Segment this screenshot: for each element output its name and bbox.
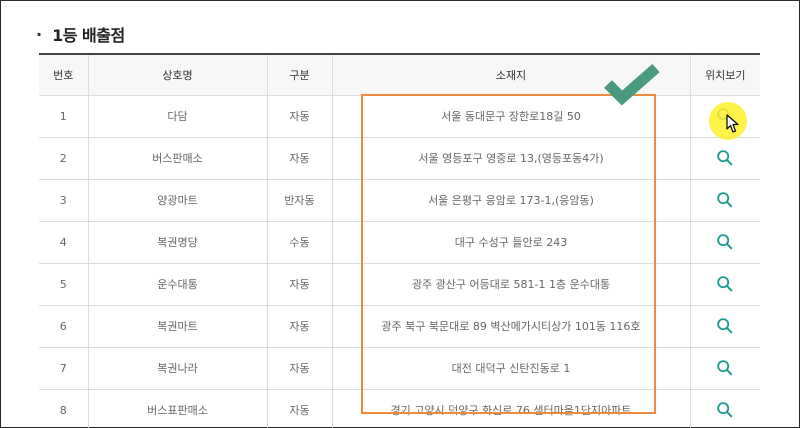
heading-bullet: ·	[36, 24, 43, 44]
cell-view-location	[689, 136, 760, 180]
table-row: 4 복권명당 수동 대구 수성구 들안로 243	[39, 220, 760, 264]
view-location-button[interactable]	[716, 360, 734, 376]
cell-store-name: 운수대통	[87, 262, 268, 306]
cell-view-location	[689, 178, 760, 222]
cell-number: 3	[39, 178, 89, 222]
cell-address: 광주 북구 북문대로 89 벽산메가시티상가 101동 116호	[331, 304, 691, 348]
search-icon	[717, 318, 733, 334]
table-row: 6 복권마트 자동 광주 북구 북문대로 89 벽산메가시티상가 101동 116호	[39, 304, 760, 348]
cell-store-name: 버스표판매소	[87, 388, 268, 428]
cell-view-location	[689, 304, 760, 348]
view-location-button[interactable]	[716, 192, 734, 208]
search-icon	[717, 402, 733, 418]
section-heading: · 1등 배출점	[36, 22, 125, 46]
cell-number: 4	[39, 220, 89, 264]
table-header-row: 번호 상호명 구분 소재지 위치보기	[39, 53, 760, 96]
view-location-button[interactable]	[716, 318, 734, 334]
cell-type: 자동	[266, 262, 333, 306]
cell-number: 6	[39, 304, 89, 348]
cell-view-location	[689, 220, 760, 264]
table-row: 8 버스표판매소 자동 경기 고양시 덕양구 화신로 76 샘터마을1단지아파트	[39, 388, 760, 428]
cell-address: 서울 동대문구 장한로18길 50	[331, 94, 691, 138]
cell-number: 1	[39, 94, 89, 138]
cell-type: 수동	[266, 220, 333, 264]
cell-type: 자동	[266, 94, 333, 138]
search-icon	[717, 234, 733, 250]
cell-address: 서울 은평구 응암로 173-1,(응암동)	[331, 178, 691, 222]
cell-store-name: 복권명당	[87, 220, 268, 264]
cell-number: 2	[39, 136, 89, 180]
cell-address: 대구 수성구 들안로 243	[331, 220, 691, 264]
search-icon	[717, 360, 733, 376]
cell-store-name: 버스판매소	[87, 136, 268, 180]
view-location-button[interactable]	[716, 150, 734, 166]
section-title: 1등 배출점	[52, 26, 125, 45]
view-location-button[interactable]	[716, 234, 734, 250]
search-icon	[717, 192, 733, 208]
column-header-number: 번호	[39, 53, 89, 96]
search-icon	[717, 150, 733, 166]
column-header-store-name: 상호명	[87, 53, 268, 96]
cell-number: 5	[39, 262, 89, 306]
table-row: 5 운수대통 자동 광주 광산구 어등대로 581-1 1층 운수대통	[39, 262, 760, 306]
view-location-button[interactable]	[716, 402, 734, 418]
cell-store-name: 다담	[87, 94, 268, 138]
cell-view-location	[689, 346, 760, 390]
cell-number: 8	[39, 388, 89, 428]
cell-number: 7	[39, 346, 89, 390]
column-header-address: 소재지	[331, 53, 691, 96]
table-row: 7 복권나라 자동 대전 대덕구 신탄진동로 1	[39, 346, 760, 390]
cell-store-name: 복권나라	[87, 346, 268, 390]
cell-type: 자동	[266, 136, 333, 180]
column-header-view-location: 위치보기	[689, 53, 760, 96]
cell-view-location	[689, 94, 760, 138]
table-row: 1 다담 자동 서울 동대문구 장한로18길 50	[39, 94, 760, 138]
column-header-type: 구분	[266, 53, 333, 96]
search-icon	[717, 276, 733, 292]
winning-stores-table: 번호 상호명 구분 소재지 위치보기 1 다담 자동 서울 동대문구 장한로18길 5…	[39, 53, 760, 428]
cell-address: 광주 광산구 어등대로 581-1 1층 운수대통	[331, 262, 691, 306]
cell-type: 자동	[266, 388, 333, 428]
cell-store-name: 양광마트	[87, 178, 268, 222]
table-row: 2 버스판매소 자동 서울 영등포구 영중로 13,(영등포동4가)	[39, 136, 760, 180]
cell-address: 서울 영등포구 영중로 13,(영등포동4가)	[331, 136, 691, 180]
cell-type: 자동	[266, 304, 333, 348]
cell-type: 반자동	[266, 178, 333, 222]
cell-view-location	[689, 388, 760, 428]
search-icon	[717, 108, 733, 124]
cell-address: 경기 고양시 덕양구 화신로 76 샘터마을1단지아파트	[331, 388, 691, 428]
cell-view-location	[689, 262, 760, 306]
cell-store-name: 복권마트	[87, 304, 268, 348]
view-location-button[interactable]	[716, 276, 734, 292]
view-location-button[interactable]	[716, 108, 734, 124]
table-row: 3 양광마트 반자동 서울 은평구 응암로 173-1,(응암동)	[39, 178, 760, 222]
cell-type: 자동	[266, 346, 333, 390]
cell-address: 대전 대덕구 신탄진동로 1	[331, 346, 691, 390]
